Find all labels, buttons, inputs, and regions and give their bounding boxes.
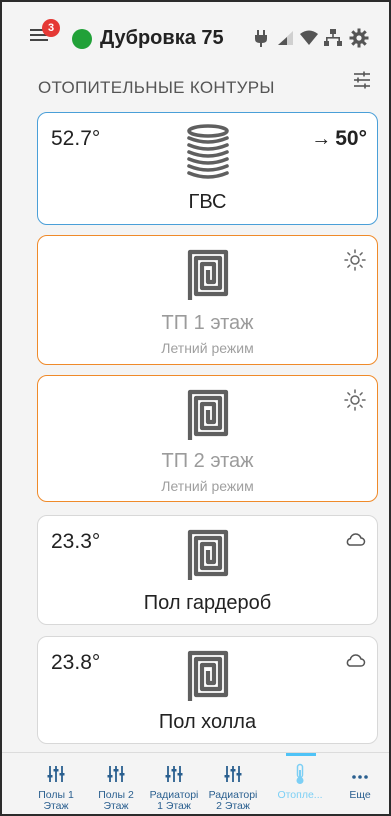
sliders-icon [165, 766, 183, 782]
nav-label: Еще [349, 789, 371, 801]
more-icon [352, 775, 368, 779]
notification-badge: 3 [42, 19, 60, 37]
section-title: ОТОПИТЕЛЬНЫЕ КОНТУРЫ [38, 78, 275, 97]
circuit-card-wardrobe[interactable]: 23.3° Пол гардероб [37, 515, 378, 625]
arrow-right-icon: → [311, 128, 332, 150]
coil-icon [186, 124, 229, 179]
nav-label: Полы 1 Этаж [38, 789, 74, 812]
nav-heating[interactable]: Отопле... [274, 753, 326, 814]
circuit-mode: Летний режим [161, 340, 254, 356]
plug-icon [255, 30, 267, 47]
menu-button[interactable]: 3 [30, 19, 60, 46]
nav-label: Полы 2 Этаж [98, 789, 134, 812]
circuit-temperature: 52.7° [51, 127, 101, 150]
sliders-icon [47, 766, 65, 782]
nav-radiators-1[interactable]: Радиаторі 1 Этаж [148, 753, 200, 814]
circuit-card-gvs[interactable]: 52.7° → 50° ГВС [37, 112, 378, 225]
circuit-name: ТП 2 этаж [161, 450, 254, 472]
bottom-nav: Полы 1 Этаж Полы 2 Этаж Радиаторі 1 Этаж… [2, 752, 389, 814]
nav-more[interactable]: Еще [334, 753, 386, 814]
cloud-icon [346, 533, 366, 546]
circuit-mode: Летний режим [161, 478, 254, 494]
device-name[interactable]: Дубровка 75 [100, 27, 224, 50]
circuit-card-tp1[interactable]: ТП 1 этаж Летний режим [37, 235, 378, 365]
nav-label: Отопле... [277, 789, 323, 801]
circuit-card-tp2[interactable]: ТП 2 этаж Летний режим [37, 375, 378, 502]
sliders-icon [224, 766, 242, 782]
nav-radiators-2[interactable]: Радиаторі 2 Этаж [207, 753, 259, 814]
circuit-card-hall[interactable]: 23.8° Пол холла [37, 636, 378, 744]
circuit-name: ТП 1 этаж [161, 312, 254, 334]
nav-label: Радиаторі 2 Этаж [208, 789, 258, 812]
floor-heating-icon [187, 389, 228, 440]
active-tab-indicator [286, 753, 316, 756]
nav-label: Радиаторі 1 Этаж [149, 789, 199, 812]
floor-heating-icon [187, 529, 228, 580]
nav-floors-1[interactable]: Полы 1 Этаж [30, 753, 82, 814]
nav-floors-2[interactable]: Полы 2 Этаж [90, 753, 142, 814]
floor-heating-icon [187, 249, 228, 300]
network-icon [324, 29, 342, 46]
tune-icon[interactable] [352, 70, 372, 90]
app-frame: 3 Дубровка 75 ОТОПИТЕЛЬНЫЕ КОНТУРЫ 52.7°… [0, 0, 391, 816]
thermometer-icon [296, 763, 304, 784]
online-status-dot [72, 29, 92, 49]
circuit-name: Пол гардероб [143, 592, 272, 614]
sliders-icon [107, 766, 125, 782]
circuit-name: ГВС [188, 191, 227, 213]
signal-icon [278, 31, 293, 45]
sun-icon [344, 249, 366, 271]
cloud-icon [346, 654, 366, 667]
wifi-icon [300, 30, 318, 45]
gear-icon[interactable] [349, 28, 369, 48]
app-header: 3 Дубровка 75 [2, 2, 389, 64]
sun-icon [344, 389, 366, 411]
circuit-temperature: 23.8° [51, 651, 101, 674]
floor-heating-icon [187, 650, 228, 701]
circuit-target-temperature: → 50° [311, 127, 367, 150]
circuit-name: Пол холла [158, 711, 257, 733]
circuit-temperature: 23.3° [51, 530, 101, 553]
